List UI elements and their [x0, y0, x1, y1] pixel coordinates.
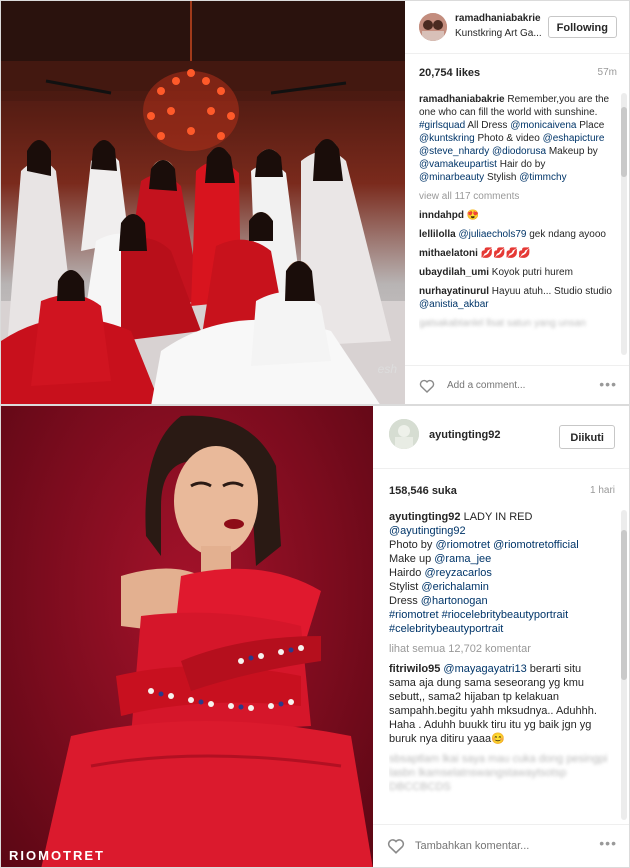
more-options-icon[interactable]: •••	[599, 835, 617, 851]
blurred-comment: sbsaptlam lkai saya mau cuka dong pesing…	[389, 753, 608, 793]
view-all-comments-link[interactable]: lihat semua 12,702 komentar	[389, 642, 609, 656]
comment-text: gek ndang ayooo	[529, 229, 606, 240]
instagram-post-1: esh ramadhaniabakrie Kunstkring Art Ga..…	[0, 0, 630, 405]
caption: ayutingting92 LADY IN RED @ayutingting92…	[389, 510, 609, 636]
portrait-illustration	[41, 415, 373, 867]
caption-text: Place	[579, 120, 605, 131]
caption-text: Make up	[389, 553, 432, 565]
mention-link[interactable]: @minarbeauty	[419, 172, 484, 183]
post-time[interactable]: 57m	[598, 67, 617, 78]
caption-username[interactable]: ramadhaniabakrie	[419, 94, 505, 105]
post-header: ayutingting92 Diikuti	[373, 406, 629, 469]
comment: fitriwilo95 @mayagayatri13 berarti situ …	[389, 662, 609, 746]
caption-text: All Dress	[467, 120, 508, 131]
comment-username[interactable]: inndahpd	[419, 210, 464, 221]
mention-link[interactable]: @anistia_akbar	[419, 299, 489, 310]
mention-link[interactable]: @riomotret	[435, 539, 490, 551]
add-comment-input[interactable]	[413, 839, 559, 853]
caption-text: LADY IN RED	[463, 511, 533, 523]
post-header: ramadhaniabakrie Kunstkring Art Ga... Fo…	[405, 1, 629, 54]
post-sidebar: ayutingting92 Diikuti 158,546 suka 1 har…	[373, 406, 629, 867]
photo-watermark: RIOMOTRET	[9, 848, 105, 863]
comment-username[interactable]: mithaelatoni	[419, 248, 478, 259]
comment: lellilolla @juliaechols79 gek ndang ayoo…	[419, 228, 613, 241]
hashtag[interactable]: #girlsquad	[419, 120, 465, 131]
mention-link[interactable]: @rama_jee	[434, 553, 491, 565]
mention-link[interactable]: @timmchy	[519, 172, 566, 183]
following-button[interactable]: Following	[547, 16, 617, 38]
heart-icon[interactable]	[387, 837, 405, 854]
comment: inndahpd 😍	[419, 209, 613, 222]
mention-link[interactable]: @vamakeupartist	[419, 159, 497, 170]
caption-text: Stylist	[389, 581, 419, 593]
mention-link[interactable]: @reyzacarlos	[424, 567, 491, 579]
scrollbar-thumb[interactable]	[621, 530, 627, 680]
comments-scrollbar[interactable]	[621, 510, 627, 820]
view-all-comments-link[interactable]: view all 117 comments	[419, 190, 613, 203]
comments-list[interactable]: ayutingting92 LADY IN RED @ayutingting92…	[389, 510, 609, 825]
scrollbar-thumb[interactable]	[621, 107, 627, 177]
caption-text: Hairdo	[389, 567, 422, 579]
caption-text: Photo by	[389, 539, 433, 551]
username-link[interactable]: ayutingting92	[429, 429, 501, 441]
comment: ubaydilah_umi Koyok putri hurem	[419, 266, 613, 279]
comment-text: 💋💋💋💋	[480, 248, 531, 259]
caption-username[interactable]: ayutingting92	[389, 511, 461, 523]
caption-text: Dress	[389, 595, 418, 607]
comment: nurhayatinurul Hayuu atuh... Studio stud…	[419, 285, 613, 311]
comment-username[interactable]: ubaydilah_umi	[419, 267, 489, 278]
likes-row: 20,754 likes 57m	[419, 67, 617, 83]
comment-text: Hayuu atuh... Studio studio	[491, 286, 612, 297]
caption-text: Stylish	[486, 172, 517, 183]
comment-username[interactable]: lellilolla	[419, 229, 456, 240]
post-photo[interactable]: esh	[1, 1, 405, 404]
caption: ramadhaniabakrie Remember,you are the on…	[419, 93, 613, 184]
username-link[interactable]: ramadhaniabakrie	[455, 13, 541, 24]
comments-list[interactable]: ramadhaniabakrie Remember,you are the on…	[419, 93, 613, 362]
comment-username[interactable]: fitriwilo95	[389, 663, 440, 675]
mention-link[interactable]: @riomotretofficial	[493, 539, 579, 551]
location-link[interactable]: Kunstkring Art Ga...	[455, 28, 542, 39]
comment-username[interactable]: nurhayatinurul	[419, 286, 489, 297]
hashtags[interactable]: #riomotret #riocelebritybeautyportrait #…	[389, 609, 568, 635]
comment: mithaelatoni 💋💋💋💋	[419, 247, 613, 260]
photo-watermark: esh	[377, 362, 397, 376]
mention-link[interactable]: @steve_nhardy	[419, 146, 489, 157]
mention-link[interactable]: @juliaechols79	[458, 229, 526, 240]
post-time[interactable]: 1 hari	[590, 485, 615, 496]
comment-text: 😍	[466, 210, 480, 221]
caption-text: Photo & video	[477, 133, 540, 144]
group-photo-illustration	[1, 1, 405, 404]
likes-count[interactable]: 158,546 suka	[389, 485, 457, 497]
women-group	[1, 151, 391, 404]
more-options-icon[interactable]: •••	[599, 376, 617, 392]
comment-text: Koyok putri hurem	[491, 267, 573, 278]
avatar[interactable]	[419, 13, 447, 41]
avatar[interactable]	[389, 419, 419, 449]
likes-row: 158,546 suka 1 hari	[389, 485, 615, 501]
caption-text: Makeup by	[548, 146, 598, 157]
caption-text: Hair do by	[499, 159, 546, 170]
mention-link[interactable]: @erichalamin	[421, 581, 488, 593]
add-comment-row: •••	[405, 365, 629, 404]
comments-scrollbar[interactable]	[621, 93, 627, 355]
comment-text: berarti situ sama aja dung sama seseoran…	[389, 663, 597, 745]
following-button[interactable]: Diikuti	[559, 425, 615, 449]
add-comment-input[interactable]	[445, 379, 581, 392]
add-comment-row: •••	[373, 824, 629, 867]
mention-link[interactable]: @kuntskring	[419, 133, 475, 144]
instagram-post-2: RIOMOTRET ayutingting92 Diikuti 158,546 …	[0, 405, 630, 868]
likes-count[interactable]: 20,754 likes	[419, 67, 480, 79]
mention-link[interactable]: @mayagayatri13	[443, 663, 526, 675]
mention-link[interactable]: @hartonogan	[421, 595, 488, 607]
post-photo[interactable]: RIOMOTRET	[1, 406, 373, 867]
mention-link[interactable]: @ayutingting92	[389, 525, 466, 537]
mention-link[interactable]: @diodorusa	[492, 146, 546, 157]
heart-icon[interactable]	[419, 378, 435, 394]
blurred-comment: gatsakabtanlel llsat satun yang unsan	[419, 318, 586, 329]
mention-link[interactable]: @monicaivena	[510, 120, 576, 131]
mention-link[interactable]: @eshapicture	[543, 133, 605, 144]
post-sidebar: ramadhaniabakrie Kunstkring Art Ga... Fo…	[405, 1, 629, 404]
